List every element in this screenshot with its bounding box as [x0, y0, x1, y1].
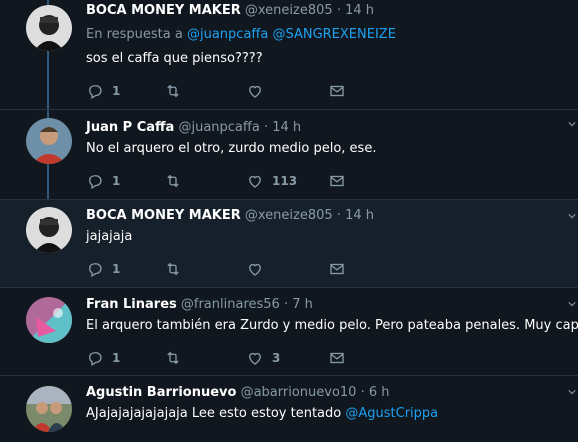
retweet-icon [167, 174, 179, 188]
timestamp[interactable]: 6 h [369, 385, 390, 400]
chevron-down-icon[interactable] [568, 120, 576, 128]
user-name[interactable]: Agustin Barrionuevo [86, 385, 236, 400]
avatar[interactable] [26, 5, 72, 51]
retweet-button[interactable] [164, 171, 182, 191]
message-button[interactable] [328, 171, 346, 191]
user-handle[interactable]: @franlinares56 [181, 297, 280, 312]
mention-link[interactable]: @AgustCrippa [345, 406, 438, 421]
user-handle[interactable]: @xeneize805 [245, 208, 333, 223]
tweet[interactable]: BOCA MONEY MAKER @xeneize805 · 14 h En r… [0, 0, 578, 110]
message-icon [330, 85, 344, 97]
reply-button[interactable]: 1 [86, 259, 120, 279]
user-handle[interactable]: @abarrionuevo10 [241, 385, 357, 400]
user-name[interactable]: Fran Linares [86, 297, 177, 312]
like-button[interactable] [246, 259, 272, 279]
user-name[interactable]: Juan P Caffa [86, 120, 174, 135]
tweet-text: AJajajajajajajaja Lee esto estoy tentado… [86, 405, 568, 423]
reply-count: 1 [112, 262, 121, 276]
timestamp[interactable]: 14 h [272, 120, 301, 135]
reply-icon [89, 85, 102, 99]
message-icon [330, 263, 344, 275]
avatar[interactable] [26, 207, 72, 253]
separator: · [263, 120, 269, 135]
separator: · [283, 297, 289, 312]
tweet[interactable]: Juan P Caffa @juanpcaffa · 14 h No el ar… [0, 110, 578, 200]
like-icon [249, 175, 261, 188]
retweet-icon [167, 351, 179, 365]
user-name[interactable]: BOCA MONEY MAKER [86, 208, 241, 223]
user-handle[interactable]: @xeneize805 [245, 3, 333, 18]
tweet-text: El arquero también era Zurdo y medio pel… [86, 318, 578, 333]
tweet-text: sos el caffa que pienso???? [86, 51, 263, 66]
reply-icon [89, 352, 102, 366]
message-button[interactable] [328, 348, 346, 368]
avatar[interactable] [26, 386, 72, 432]
reply-count: 1 [112, 84, 121, 98]
message-button[interactable] [328, 259, 346, 279]
like-count: 3 [272, 351, 281, 365]
reply-mentions[interactable]: @juanpcaffa @SANGREXENEIZE [187, 27, 396, 42]
reply-icon [89, 263, 102, 277]
like-icon [249, 263, 261, 276]
separator: · [336, 208, 341, 223]
retweet-button[interactable] [164, 348, 182, 368]
tweet[interactable]: BOCA MONEY MAKER @xeneize805 · 14 h jaja… [0, 200, 578, 288]
retweet-button[interactable] [164, 81, 182, 101]
tweet-text: jajajaja [86, 229, 133, 244]
reply-count: 1 [112, 174, 121, 188]
tweet[interactable]: Fran Linares @franlinares56 · 7 h El arq… [0, 288, 578, 376]
reply-prefix: En respuesta a [86, 27, 183, 42]
reply-button[interactable]: 1 [86, 81, 120, 101]
reply-button[interactable]: 1 [86, 171, 120, 191]
separator: · [360, 385, 365, 400]
message-icon [330, 175, 344, 187]
user-name[interactable]: BOCA MONEY MAKER [86, 3, 241, 18]
chevron-down-icon[interactable] [568, 212, 576, 220]
reply-icon [89, 175, 102, 189]
like-button[interactable]: 113 [246, 171, 297, 191]
like-button[interactable]: 3 [246, 348, 280, 368]
timestamp[interactable]: 7 h [292, 297, 313, 312]
like-button[interactable] [246, 81, 272, 101]
reply-button[interactable]: 1 [86, 348, 120, 368]
timestamp[interactable]: 14 h [345, 3, 374, 18]
like-icon [249, 352, 261, 365]
retweet-icon [167, 84, 179, 98]
tweet-text-body: AJajajajajajajaja Lee esto estoy tentado [86, 406, 342, 421]
separator: · [336, 3, 341, 18]
retweet-icon [167, 262, 179, 276]
chevron-down-icon[interactable] [568, 388, 576, 396]
message-icon [330, 352, 344, 364]
timestamp[interactable]: 14 h [345, 208, 374, 223]
message-button[interactable] [328, 81, 346, 101]
chevron-down-icon[interactable] [568, 300, 576, 308]
like-icon [249, 85, 261, 98]
like-count: 113 [272, 174, 298, 188]
retweet-button[interactable] [164, 259, 182, 279]
reply-count: 1 [112, 351, 121, 365]
reply-context: En respuesta a @juanpcaffa @SANGREXENEIZ… [86, 26, 568, 44]
avatar[interactable] [26, 297, 72, 343]
avatar[interactable] [26, 118, 72, 164]
user-handle[interactable]: @juanpcaffa [178, 120, 259, 135]
tweet-text: No el arquero el otro, zurdo medio pelo,… [86, 141, 377, 156]
tweet[interactable]: Agustin Barrionuevo @abarrionuevo10 · 6 … [0, 376, 578, 442]
